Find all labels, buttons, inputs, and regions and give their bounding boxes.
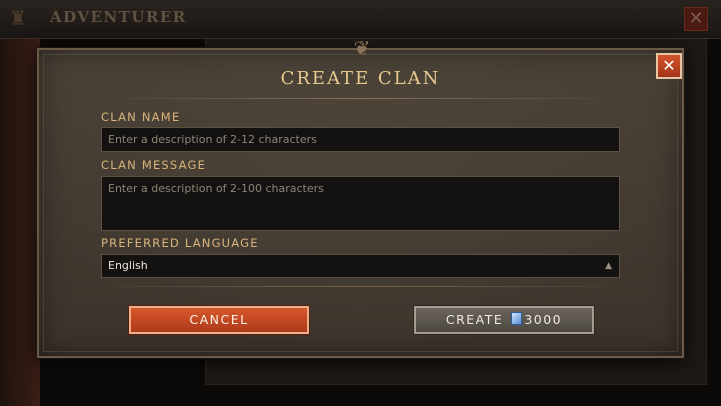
background-close-button[interactable]: ✕ — [684, 7, 708, 31]
gem-icon — [511, 312, 523, 325]
clan-message-input[interactable]: Enter a description of 2-100 characters — [101, 176, 620, 231]
dialog-title: CREATE CLAN — [280, 68, 441, 89]
title-divider — [101, 98, 621, 99]
emblem-icon: ♜ — [9, 6, 27, 30]
clan-name-input[interactable]: Enter a description of 2-12 characters — [101, 127, 620, 152]
clan-name-label: CLAN NAME — [101, 110, 181, 124]
dropdown-arrow-icon: ▲ — [605, 261, 612, 271]
create-clan-dialog: ❦ ✕ CREATE CLAN CLAN NAME Enter a descri… — [37, 36, 684, 358]
crest-icon: ❦ — [353, 36, 371, 60]
preferred-language-label: PREFERRED LANGUAGE — [101, 236, 259, 250]
footer-divider — [79, 286, 642, 287]
create-cost: 3000 — [524, 312, 563, 327]
clan-message-label: CLAN MESSAGE — [101, 158, 207, 172]
preferred-language-select[interactable]: English ▲ — [101, 254, 620, 278]
background-side-panel — [0, 38, 40, 406]
preferred-language-value: English — [108, 259, 148, 272]
cancel-button[interactable]: CANCEL — [129, 306, 309, 334]
create-button[interactable]: CREATE 3000 — [414, 306, 594, 334]
background-title: ADVENTURER — [50, 8, 187, 26]
create-button-label: CREATE — [445, 312, 504, 327]
background-top-bar: ♜ ADVENTURER ✕ — [0, 0, 721, 39]
